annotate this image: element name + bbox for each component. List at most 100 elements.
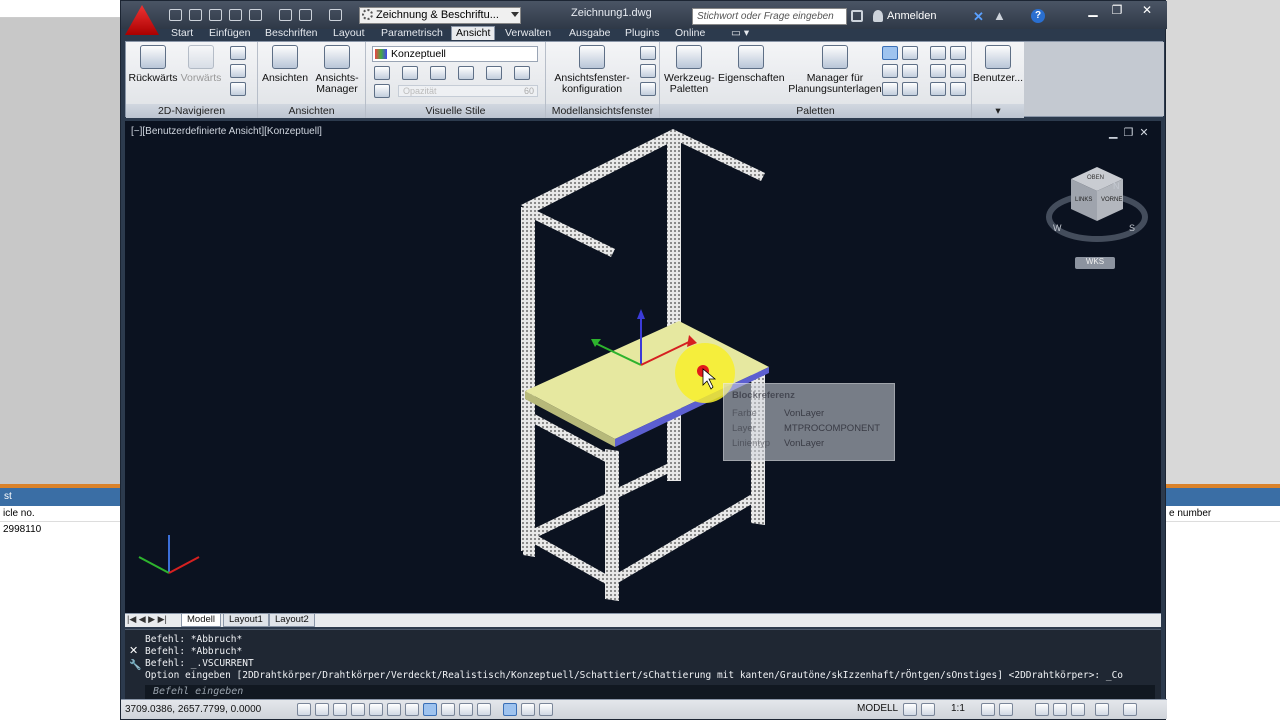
design-center-icon[interactable] xyxy=(902,46,918,60)
compass-south[interactable]: S xyxy=(1129,223,1135,233)
shadow-icon[interactable] xyxy=(486,66,502,80)
tab-verwalten[interactable]: Verwalten xyxy=(501,27,555,39)
back-button[interactable]: Rückwärts xyxy=(128,45,178,84)
sign-in-link[interactable]: Anmelden xyxy=(887,10,937,22)
palette-icon-a[interactable] xyxy=(930,46,946,60)
left-panel-column-header[interactable]: icle no. xyxy=(0,506,120,522)
forward-button[interactable]: Vorwärts xyxy=(178,45,224,84)
zoom-icon[interactable] xyxy=(230,82,246,96)
binoculars-icon[interactable] xyxy=(851,10,863,22)
right-panel-column-header[interactable]: e number xyxy=(1166,506,1280,522)
undo-icon[interactable] xyxy=(299,9,312,21)
grid-icon[interactable] xyxy=(333,703,347,716)
save-as-icon[interactable] xyxy=(229,9,242,21)
exchange-icon[interactable]: ✕ xyxy=(973,9,984,25)
viewcube-front-label[interactable]: VORNE xyxy=(1101,197,1122,203)
face-style-icon[interactable] xyxy=(402,66,418,80)
palette-icon-f[interactable] xyxy=(950,82,966,96)
viewcube-top-label[interactable]: OBEN xyxy=(1087,175,1104,181)
3d-osnap-icon[interactable] xyxy=(405,703,419,716)
palette-icon-e[interactable] xyxy=(930,82,946,96)
transparency-icon[interactable] xyxy=(503,703,517,716)
help-search-input[interactable]: Stichwort oder Frage eingeben xyxy=(692,8,847,25)
close-button[interactable]: ✕ xyxy=(1135,3,1159,19)
quick-properties-icon[interactable] xyxy=(521,703,535,716)
sphere-icon[interactable] xyxy=(514,66,530,80)
lock-icon[interactable] xyxy=(1053,703,1067,716)
viewport-config-button[interactable]: Ansichtsfenster- konfiguration xyxy=(550,45,634,95)
command-input[interactable]: Befehl eingeben xyxy=(145,685,1155,699)
palette-icon-b[interactable] xyxy=(950,46,966,60)
tab-online[interactable]: Online xyxy=(671,27,709,39)
user-interface-button[interactable]: Benutzer... xyxy=(972,45,1024,84)
maximize-button[interactable]: ❐ xyxy=(1105,3,1129,19)
otrack-icon[interactable] xyxy=(423,703,437,716)
autodesk-icon[interactable]: ▲ xyxy=(993,8,1006,23)
lineweight-icon[interactable] xyxy=(477,703,491,716)
workspace-select[interactable]: Zeichnung & Beschriftu... xyxy=(359,7,521,24)
model-space-button[interactable]: MODELL xyxy=(857,703,898,714)
open-file-icon[interactable] xyxy=(189,9,202,21)
tab-ausgabe[interactable]: Ausgabe xyxy=(565,27,614,39)
tab-layout2[interactable]: Layout2 xyxy=(269,614,315,627)
autoscale-icon[interactable] xyxy=(999,703,1013,716)
drawing-viewport[interactable]: [−][Benutzerdefinierte Ansicht][Konzeptu… xyxy=(125,121,1161,613)
minimize-button[interactable]: ▁ xyxy=(1081,3,1105,19)
palette-icon-c[interactable] xyxy=(930,64,946,78)
chevron-down-icon[interactable] xyxy=(511,12,519,17)
redo-icon[interactable] xyxy=(329,9,342,21)
group-expand-label[interactable]: ▾ xyxy=(972,104,1024,118)
tab-layout1[interactable]: Layout1 xyxy=(223,614,269,627)
opacity-slider[interactable]: Opazität xyxy=(398,85,538,97)
quickcalc-icon[interactable] xyxy=(882,82,898,96)
polar-icon[interactable] xyxy=(369,703,383,716)
hide-objects-icon[interactable] xyxy=(374,66,390,80)
palette-icon-d[interactable] xyxy=(950,64,966,78)
view-manager-button[interactable]: Ansichts- Manager xyxy=(310,45,364,95)
sheetset-manager-button[interactable]: Manager für Planungsunterlagen xyxy=(788,45,882,95)
edge-style-icon[interactable] xyxy=(430,66,446,80)
tab-einfuegen[interactable]: Einfügen xyxy=(205,27,254,39)
restore-viewports-icon[interactable] xyxy=(640,82,656,96)
wcs-menu[interactable]: WKS xyxy=(1075,257,1115,269)
layout-nav-arrows[interactable]: |◀ ◀ ▶ ▶| xyxy=(127,614,167,625)
tab-start[interactable]: Start xyxy=(167,27,197,39)
dyn-icon[interactable] xyxy=(459,703,473,716)
compass-north[interactable]: N xyxy=(1113,181,1120,191)
osnap-icon[interactable] xyxy=(387,703,401,716)
quick-view-drawings-icon[interactable] xyxy=(921,703,935,716)
isolate-objects-icon[interactable] xyxy=(1095,703,1109,716)
left-panel-row[interactable]: 2998110 xyxy=(0,522,120,538)
clean-screen-icon[interactable] xyxy=(1123,703,1137,716)
help-button[interactable]: ? xyxy=(1031,9,1045,23)
quick-view-layouts-icon[interactable] xyxy=(903,703,917,716)
ribbon-options-icon[interactable]: ▭ ▾ xyxy=(727,27,753,39)
workspace-switch-icon[interactable] xyxy=(1035,703,1049,716)
tool-palettes-button[interactable]: Werkzeug- Paletten xyxy=(664,45,715,95)
tab-ansicht[interactable]: Ansicht xyxy=(451,26,496,40)
tab-parametrisch[interactable]: Parametrisch xyxy=(377,27,447,39)
ducs-icon[interactable] xyxy=(441,703,455,716)
snap-icon[interactable] xyxy=(315,703,329,716)
compass-west[interactable]: W xyxy=(1053,223,1062,233)
ortho-icon[interactable] xyxy=(351,703,365,716)
layer-properties-icon[interactable] xyxy=(882,64,898,78)
viewcube-left-label[interactable]: LINKS xyxy=(1075,197,1092,203)
xray-icon[interactable] xyxy=(374,84,390,98)
new-file-icon[interactable] xyxy=(169,9,182,21)
cloud-icon[interactable] xyxy=(249,9,262,21)
material-icon[interactable] xyxy=(458,66,474,80)
views-button[interactable]: Ansichten xyxy=(260,45,310,84)
annotation-visibility-icon[interactable] xyxy=(981,703,995,716)
tab-model[interactable]: Modell xyxy=(181,614,221,627)
join-viewports-icon[interactable] xyxy=(640,64,656,78)
hardware-acceleration-icon[interactable] xyxy=(1071,703,1085,716)
markup-icon[interactable] xyxy=(902,64,918,78)
wrench-icon[interactable]: 🔧 xyxy=(129,660,141,671)
close-icon[interactable]: ✕ xyxy=(129,644,138,657)
selection-cycling-icon[interactable] xyxy=(539,703,553,716)
group-label[interactable]: Visuelle Stile xyxy=(366,104,545,118)
orbit-icon[interactable] xyxy=(230,64,246,78)
tab-layout[interactable]: Layout xyxy=(329,27,369,39)
external-refs-icon[interactable] xyxy=(902,82,918,96)
